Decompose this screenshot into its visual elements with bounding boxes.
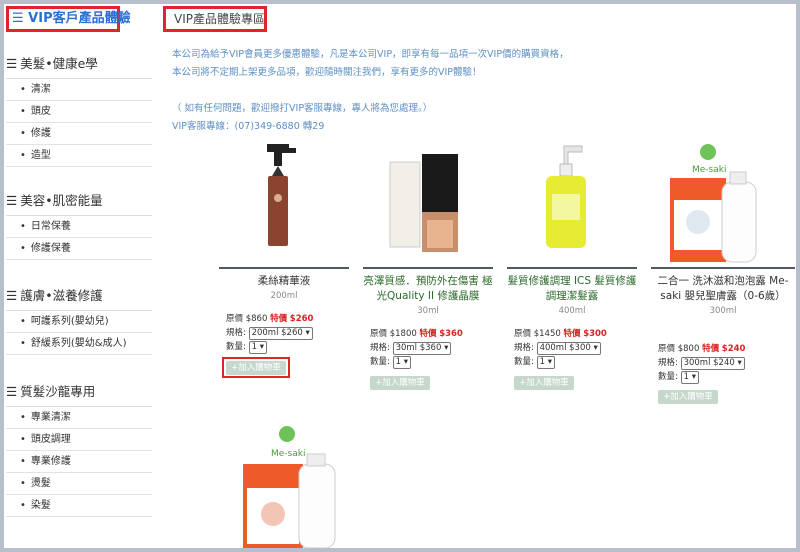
intro-line: VIP客服專線：(07)349-6880 轉29 bbox=[172, 121, 325, 132]
original-price: $800 bbox=[677, 344, 700, 354]
sale-price-label: 特價 bbox=[563, 329, 581, 339]
product-price-block: 原價 $860 特價 $260 規格: 200ml $260 ▾ 數量: 1 ▾ bbox=[226, 312, 313, 354]
sidebar-item[interactable]: 頭皮 bbox=[6, 101, 152, 123]
sale-price-label: 特價 bbox=[419, 329, 437, 339]
product-size: 400ml bbox=[558, 306, 586, 316]
product-image-spray[interactable] bbox=[252, 142, 312, 266]
sidebar-group-hair: ☰美髮•健康e學 清潔 頭皮 修護 造型 bbox=[6, 54, 152, 167]
product-divider bbox=[219, 267, 349, 269]
intro-line: 本公司將不定期上架更多品項，歡迎隨時關注我們，享有更多的VIP體驗！ bbox=[172, 67, 482, 78]
intro-text: 本公司為給予VIP會員更多優惠體驗，凡是本公司VIP，即享有每一品項一次VIP價… bbox=[172, 46, 569, 136]
page-frame: ☰ VIP客戶產品體驗 ☰美髮•健康e學 清潔 頭皮 修護 造型 ☰美容•肌密能… bbox=[4, 4, 796, 548]
sale-price: $260 bbox=[289, 314, 314, 324]
qty-select[interactable]: 1 ▾ bbox=[536, 356, 555, 369]
product-image-mesaki-2[interactable]: Me-saki bbox=[239, 424, 349, 548]
sidebar-group-salon: ☰質髮沙龍專用 專業清潔 頭皮調理 專業修護 燙髮 染髮 bbox=[6, 382, 152, 517]
brand-logo-text: Me-saki bbox=[271, 449, 305, 459]
add-to-cart-button[interactable]: +加入購物車 bbox=[514, 376, 574, 390]
product-price-block: 原價 $800 特價 $240 規格: 300ml $240 ▾ 數量: 1 ▾ bbox=[658, 342, 745, 384]
product-size: 30ml bbox=[417, 306, 439, 316]
product-image-mesaki[interactable]: Me-saki bbox=[652, 142, 764, 266]
sidebar-item[interactable]: 修護保養 bbox=[6, 238, 152, 260]
brand-logo-text: Me-saki bbox=[692, 165, 726, 175]
product-name[interactable]: 柔絲精華液 bbox=[219, 274, 349, 289]
product-price-block: 原價 $1800 特價 $360 規格: 30ml $360 ▾ 數量: 1 ▾ bbox=[370, 327, 463, 369]
spec-label: 規格: bbox=[226, 328, 246, 338]
add-to-cart-button[interactable]: +加入購物車 bbox=[370, 376, 430, 390]
product-card: 二合一 洗沐滋和泡泡露 Me-saki 嬰兒聖膚露（0-6歲） 300ml bbox=[654, 274, 792, 316]
original-price-label: 原價 bbox=[658, 344, 676, 354]
spec-select[interactable]: 200ml $260 ▾ bbox=[248, 327, 313, 340]
original-price-label: 原價 bbox=[514, 329, 532, 339]
sidebar-item[interactable]: 日常保養 bbox=[6, 216, 152, 238]
product-image-pump[interactable] bbox=[532, 142, 602, 266]
product-divider bbox=[507, 267, 637, 269]
product-price-block: 原價 $1450 特價 $300 規格: 400ml $300 ▾ 數量: 1 … bbox=[514, 327, 607, 369]
sidebar-item[interactable]: 燙髮 bbox=[6, 473, 152, 495]
sidebar-item[interactable]: 專業修護 bbox=[6, 451, 152, 473]
product-card: 亮澤質感．預防外在傷害 極光Quality II 修護晶膜 30ml bbox=[363, 274, 493, 316]
sidebar-item[interactable]: 頭皮調理 bbox=[6, 429, 152, 451]
qty-label: 數量: bbox=[226, 342, 246, 352]
menu-icon: ☰ bbox=[6, 56, 18, 71]
add-to-cart-button[interactable]: +加入購物車 bbox=[658, 390, 718, 404]
product-size: 200ml bbox=[270, 291, 298, 301]
intro-line: （ 如有任何問題，歡迎撥打VIP客服專線，專人將為您處理。） bbox=[172, 103, 433, 114]
original-price: $860 bbox=[245, 314, 268, 324]
product-name[interactable]: 亮澤質感．預防外在傷害 極光Quality II 修護晶膜 bbox=[363, 274, 493, 304]
sidebar-group-beauty: ☰美容•肌密能量 日常保養 修護保養 bbox=[6, 191, 152, 260]
product-size: 300ml bbox=[709, 306, 737, 316]
original-price: $1450 bbox=[533, 329, 561, 339]
product-card: 髮質修護調理 ICS 髮質修護調理潔髮露 400ml bbox=[507, 274, 637, 316]
sale-price: $360 bbox=[439, 329, 463, 339]
sale-price: $300 bbox=[583, 329, 607, 339]
sidebar-title[interactable]: ☰ VIP客戶產品體驗 bbox=[6, 6, 131, 32]
menu-icon: ☰ bbox=[6, 288, 18, 303]
original-price-label: 原價 bbox=[370, 329, 388, 339]
original-price: $1800 bbox=[389, 329, 417, 339]
sale-price: $240 bbox=[721, 344, 746, 354]
qty-select[interactable]: 1 ▾ bbox=[392, 356, 411, 369]
sidebar-item[interactable]: 造型 bbox=[6, 145, 152, 167]
product-image-box[interactable] bbox=[382, 142, 482, 266]
sale-price-label: 特價 bbox=[702, 344, 720, 354]
sidebar-item[interactable]: 修護 bbox=[6, 123, 152, 145]
product-divider bbox=[363, 267, 493, 269]
spec-select[interactable]: 400ml $300 ▾ bbox=[536, 342, 601, 355]
intro-line bbox=[172, 82, 569, 100]
sidebar-item[interactable]: 清潔 bbox=[6, 79, 152, 101]
qty-select[interactable]: 1 ▾ bbox=[680, 371, 699, 384]
spec-select[interactable]: 30ml $360 ▾ bbox=[392, 342, 452, 355]
qty-label: 數量: bbox=[370, 357, 390, 367]
sale-price-label: 特價 bbox=[270, 314, 288, 324]
qty-label: 數量: bbox=[514, 357, 534, 367]
sidebar-group-label[interactable]: ☰ 質髮沙龍專用 bbox=[6, 382, 152, 402]
menu-icon: ☰ bbox=[6, 384, 18, 399]
page-title: VIP產品體驗專區 bbox=[163, 6, 267, 32]
spec-select[interactable]: 300ml $240 ▾ bbox=[680, 357, 745, 370]
add-to-cart-button[interactable]: +加入購物車 bbox=[226, 361, 286, 375]
product-name[interactable]: 二合一 洗沐滋和泡泡露 Me-saki 嬰兒聖膚露（0-6歲） bbox=[654, 274, 792, 304]
product-name[interactable]: 髮質修護調理 ICS 髮質修護調理潔髮露 bbox=[507, 274, 637, 304]
qty-label: 數量: bbox=[658, 372, 678, 382]
sidebar-item[interactable]: 舒緩系列(嬰幼&成人) bbox=[6, 333, 152, 355]
sidebar-item[interactable]: 呵護系列(嬰幼兒) bbox=[6, 311, 152, 333]
sidebar-group-label[interactable]: ☰ 美容•肌密能量 bbox=[6, 191, 152, 211]
spec-label: 規格: bbox=[370, 343, 390, 353]
sidebar-item[interactable]: 染髮 bbox=[6, 495, 152, 517]
intro-line: 本公司為給予VIP會員更多優惠體驗，凡是本公司VIP，即享有每一品項一次VIP價… bbox=[172, 49, 569, 60]
sidebar-group-label[interactable]: ☰ 美髮•健康e學 bbox=[6, 54, 152, 74]
sidebar-group-label[interactable]: ☰ 護膚•滋養修護 bbox=[6, 286, 152, 306]
spec-label: 規格: bbox=[514, 343, 534, 353]
menu-icon: ☰ bbox=[6, 193, 18, 208]
sidebar-item[interactable]: 專業清潔 bbox=[6, 407, 152, 429]
original-price-label: 原價 bbox=[226, 314, 244, 324]
product-divider bbox=[651, 267, 795, 269]
product-card: 柔絲精華液 200ml bbox=[219, 274, 349, 301]
qty-select[interactable]: 1 ▾ bbox=[248, 341, 267, 354]
sidebar-group-skin: ☰護膚•滋養修護 呵護系列(嬰幼兒) 舒緩系列(嬰幼&成人) bbox=[6, 286, 152, 355]
spec-label: 規格: bbox=[658, 358, 678, 368]
